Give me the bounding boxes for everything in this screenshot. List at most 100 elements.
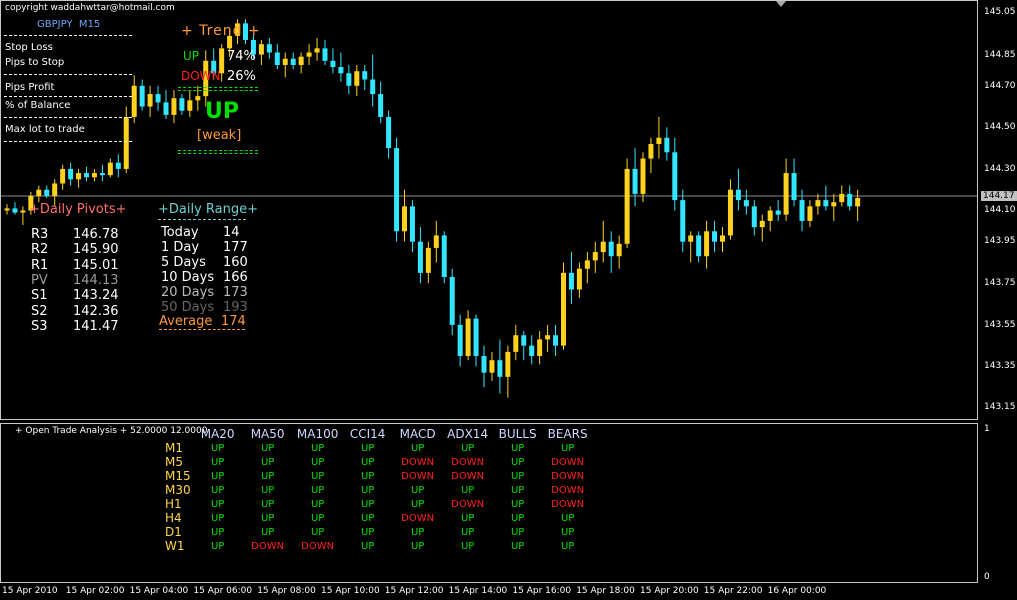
main-chart-window[interactable]: copyright waddahwttar@hotmail.com GBPJPY… [0, 0, 978, 420]
signal-cell: DOWN [401, 512, 435, 524]
signal-cell: UP [310, 498, 325, 510]
candle [322, 40, 328, 65]
candle [664, 127, 670, 161]
pivot-row: R1 145.01 [31, 258, 119, 273]
candle [449, 268, 455, 336]
indicator-subwindow[interactable]: + Open Trade Analysis + 52.0000 12.0000 … [0, 423, 978, 583]
candle [425, 241, 431, 284]
range-row: 20 Days 173 [161, 284, 248, 300]
analysis-column-header: MA100 [296, 427, 339, 441]
candle [513, 324, 519, 361]
timeframe-label: H1 [165, 497, 182, 511]
signal-cell: DOWN [551, 470, 585, 482]
timeframe-label: D1 [165, 525, 182, 539]
symbol-label: GBPJPY M15 [37, 19, 100, 30]
range-name: 50 Days [161, 299, 215, 315]
pivot-value: 142.36 [73, 303, 119, 319]
candle [84, 166, 89, 182]
range-value: 193 [223, 299, 248, 315]
candle [489, 351, 495, 381]
candle [529, 335, 535, 365]
candle [704, 220, 710, 269]
analysis-row: M30 UP UP UP UP UP UP UP DOWN [163, 483, 593, 497]
divider [4, 74, 132, 75]
signal-cell: DOWN [251, 540, 285, 552]
pivot-value: 143.24 [73, 288, 119, 304]
candle [362, 64, 368, 90]
time-tick-label: 15 Apr 2010 [2, 586, 58, 596]
candle [831, 193, 837, 221]
candle [584, 252, 590, 284]
timeframe-label: H4 [165, 511, 182, 525]
trend-main-label: UP [205, 99, 239, 124]
range-value: 166 [223, 269, 248, 285]
candle [378, 81, 384, 124]
analysis-row: M1 UP UP UP UP UP UP UP UP [163, 441, 593, 455]
signal-cell: DOWN [551, 498, 585, 510]
range-name: 5 Days [161, 254, 206, 270]
candle [354, 64, 360, 97]
signal-cell: UP [210, 470, 225, 482]
divider [158, 219, 246, 220]
analysis-column-header: MACD [399, 427, 436, 441]
candle [274, 44, 280, 70]
candle [727, 179, 733, 240]
candle [688, 231, 694, 263]
candle [76, 168, 82, 188]
candle [576, 262, 582, 298]
candle [656, 116, 662, 159]
candle [481, 345, 487, 388]
signal-cell: UP [460, 484, 475, 496]
candle [735, 168, 741, 211]
pips-profit-label: Pips Profit [5, 82, 55, 93]
range-name: Average [159, 314, 213, 330]
range-row: 5 Days 160 [161, 254, 248, 270]
subwindow-axis-bottom: 0 [984, 572, 990, 582]
candle [807, 200, 813, 228]
range-name: 20 Days [161, 284, 215, 300]
candle [330, 48, 336, 74]
candlestick-chart[interactable] [1, 1, 977, 419]
analysis-row: M5 UP UP UP UP DOWN DOWN UP DOWN [163, 455, 593, 469]
range-value: 173 [223, 284, 248, 300]
candle [290, 52, 296, 70]
time-tick-label: 15 Apr 08:00 [257, 586, 316, 596]
signal-cell: UP [210, 484, 225, 496]
daily-pivots-title: +Daily Pivots+ [29, 202, 127, 217]
divider [4, 96, 132, 97]
signal-cell: UP [210, 540, 225, 552]
candle [115, 154, 121, 178]
analysis-column-header: BEARS [547, 427, 588, 441]
range-value: 174 [221, 314, 246, 330]
signal-cell: UP [510, 470, 525, 482]
pivot-name: S1 [31, 288, 48, 304]
candle [131, 75, 137, 124]
candle [767, 206, 773, 232]
candle [672, 137, 678, 211]
candle [592, 241, 598, 273]
signal-cell: UP [310, 526, 325, 538]
signal-cell: UP [310, 442, 325, 454]
time-tick-label: 15 Apr 14:00 [448, 586, 508, 596]
candle [568, 252, 574, 305]
candle [433, 220, 439, 263]
symbol-name: GBPJPY [37, 19, 73, 30]
range-name: 10 Days [161, 269, 215, 285]
chart-shift-marker-icon[interactable] [776, 1, 786, 7]
time-tick-label: 16 Apr 00:00 [767, 586, 827, 596]
pivot-name: R2 [31, 242, 49, 258]
pivot-row: R3 146.78 [31, 227, 119, 242]
signal-cell: UP [460, 526, 475, 538]
pivot-row: R2 145.90 [31, 242, 119, 257]
candle [457, 314, 463, 367]
candle [712, 220, 718, 253]
candle [847, 185, 853, 211]
candle [91, 168, 97, 182]
range-value: 177 [223, 239, 248, 255]
range-name: 1 Day [161, 239, 200, 255]
signal-cell: UP [360, 498, 375, 510]
signal-cell: UP [360, 526, 375, 538]
divider [178, 87, 258, 88]
trend-down-label: DOWN [181, 69, 221, 83]
range-row: 10 Days 166 [161, 269, 248, 285]
